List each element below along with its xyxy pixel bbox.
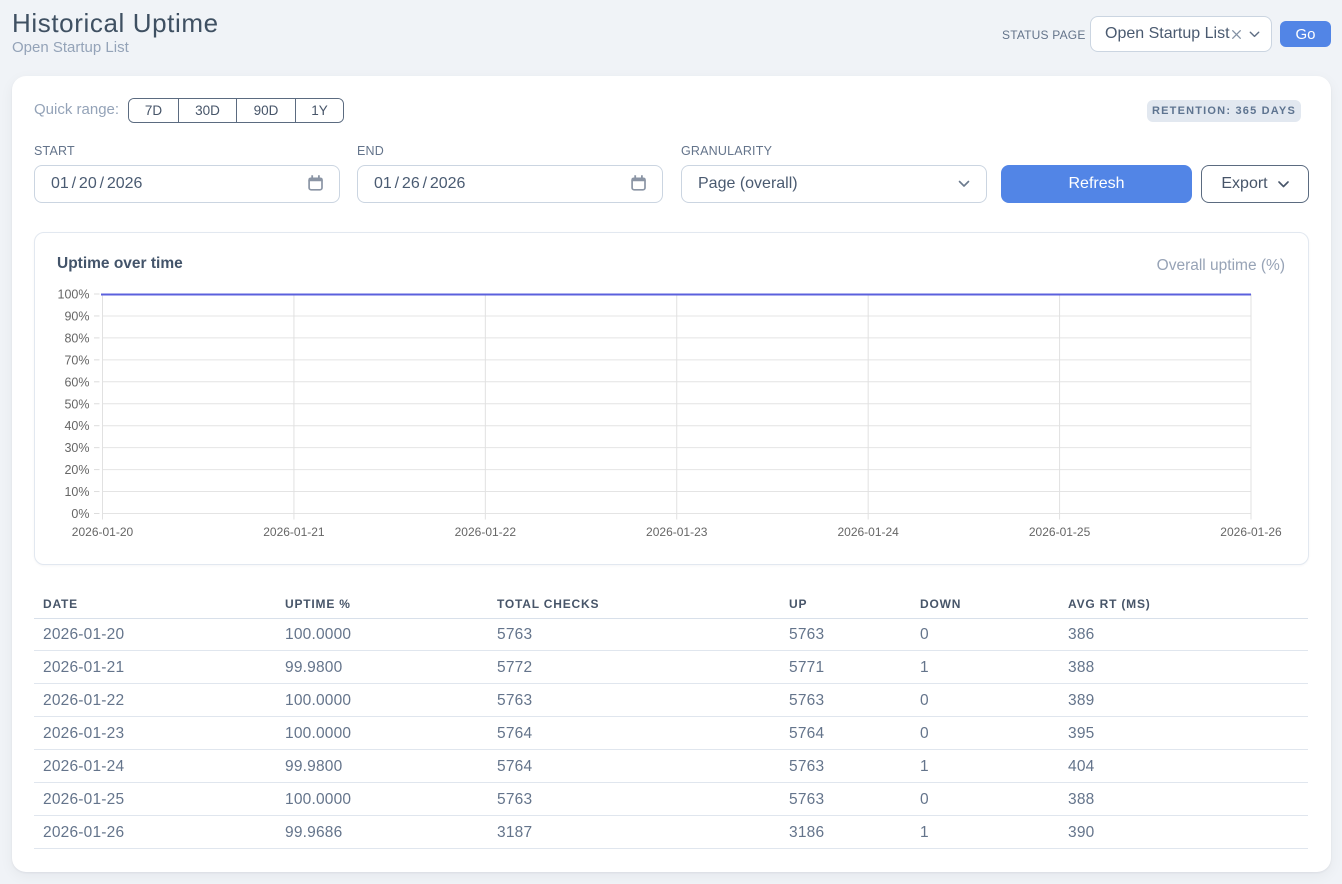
svg-text:0%: 0%	[71, 507, 89, 521]
svg-text:70%: 70%	[64, 353, 89, 367]
svg-text:2026-01-24: 2026-01-24	[837, 525, 899, 539]
svg-text:20%: 20%	[64, 463, 89, 477]
svg-text:40%: 40%	[64, 419, 89, 433]
svg-text:2026-01-20: 2026-01-20	[72, 525, 134, 539]
svg-text:2026-01-25: 2026-01-25	[1029, 525, 1091, 539]
svg-text:10%: 10%	[64, 485, 89, 499]
svg-text:2026-01-21: 2026-01-21	[263, 525, 325, 539]
svg-text:90%: 90%	[64, 309, 89, 323]
svg-text:100%: 100%	[58, 288, 90, 302]
svg-text:80%: 80%	[64, 331, 89, 345]
svg-text:2026-01-22: 2026-01-22	[455, 525, 517, 539]
svg-text:60%: 60%	[64, 375, 89, 389]
svg-text:50%: 50%	[64, 397, 89, 411]
svg-text:30%: 30%	[64, 441, 89, 455]
svg-text:2026-01-26: 2026-01-26	[1220, 525, 1282, 539]
svg-text:2026-01-23: 2026-01-23	[646, 525, 708, 539]
